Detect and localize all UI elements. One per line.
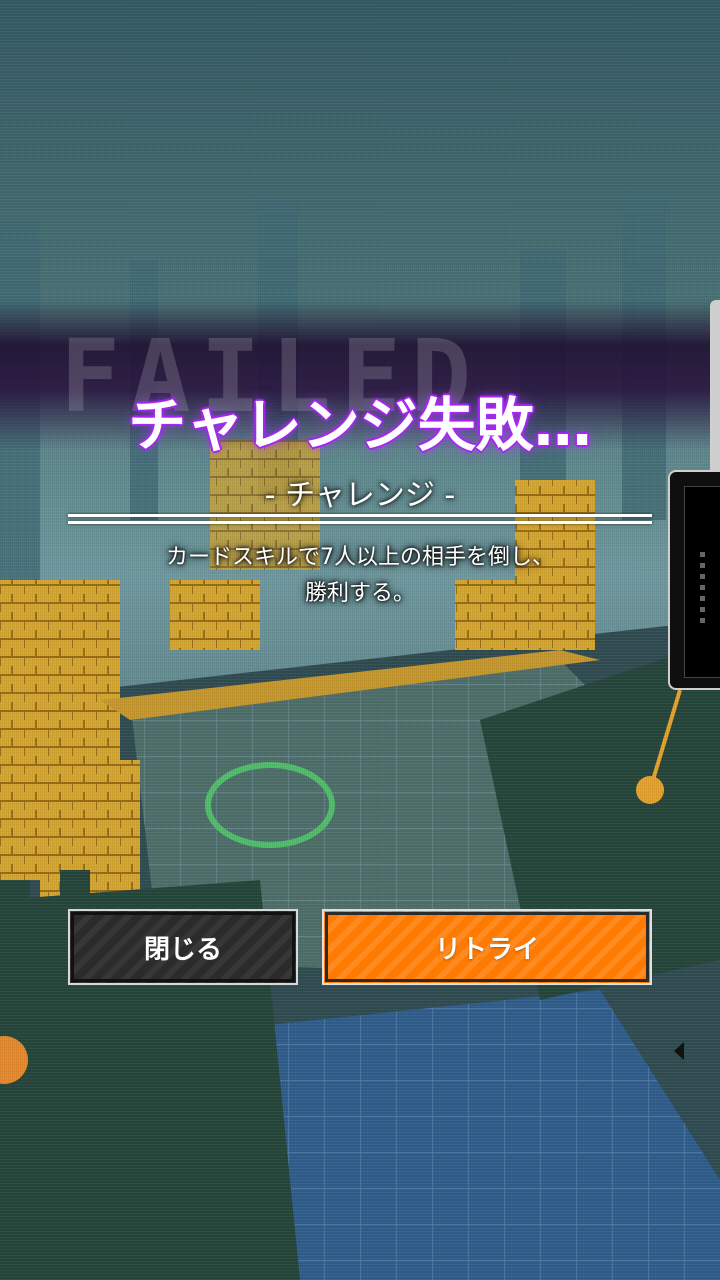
close-button-label: 閉じる [143,934,222,965]
challenge-subtitle: - チャレンジ - [264,478,456,513]
retry-button[interactable]: リトライ [322,909,652,985]
caret-left-icon [674,1042,684,1060]
result-title: チャレンジ失敗… [128,391,592,459]
challenge-description: カードスキルで7人以上の相手を倒し、 勝利する。 [0,540,720,612]
divider-line [68,521,652,524]
game-scene-background [0,0,720,1280]
grip-dots-icon [700,552,706,623]
retry-button-label: リトライ [434,934,539,965]
description-line: 勝利する。 [304,581,415,606]
side-panel-tab[interactable] [668,470,720,1060]
close-button[interactable]: 閉じる [68,909,298,985]
divider-line [68,514,652,517]
description-line: カードスキルで7人以上の相手を倒し、 [166,545,554,570]
game-result-screen: FAILED チャレンジ失敗… - チャレンジ - カードスキルで7人以上の相手… [0,0,720,1280]
